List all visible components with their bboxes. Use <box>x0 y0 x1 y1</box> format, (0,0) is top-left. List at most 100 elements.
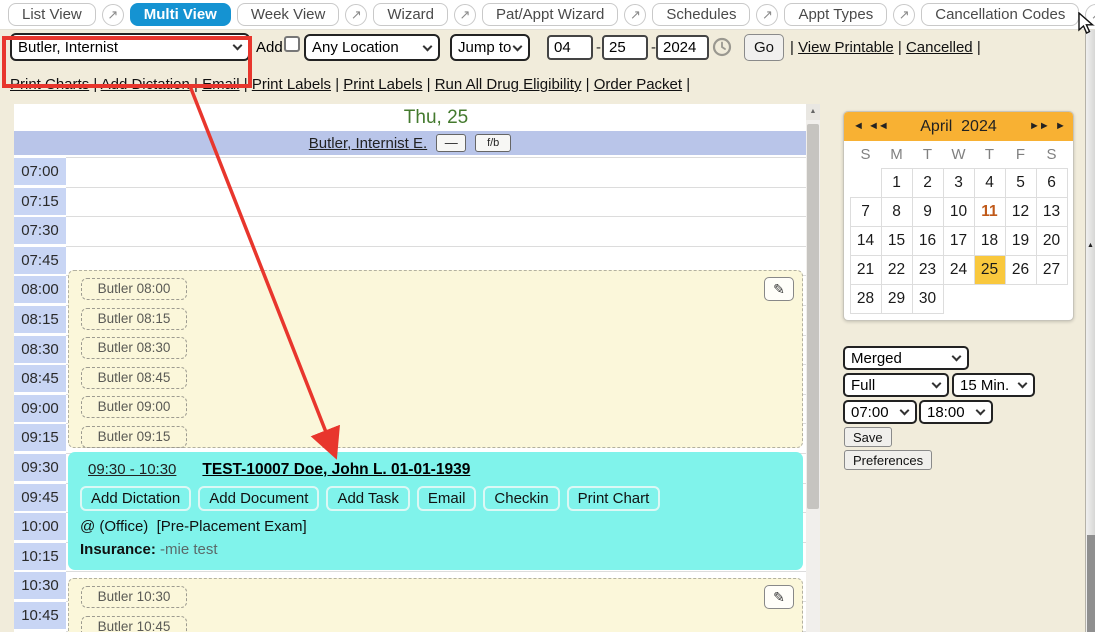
open-new-window-icon[interactable]: ↗ <box>345 4 367 26</box>
open-slot-button[interactable]: Butler 08:15 <box>81 308 187 330</box>
size-select[interactable]: Full <box>843 373 949 397</box>
patient-link[interactable]: TEST-10007 Doe, John L. 01-01-1939 <box>202 461 470 479</box>
open-slot-button[interactable]: Butler 08:45 <box>81 367 187 389</box>
view-mode-select[interactable]: Merged <box>843 346 969 370</box>
jump-to-select[interactable]: Jump to <box>450 34 530 61</box>
start-time-select[interactable]: 07:00 <box>843 400 917 424</box>
calendar-day[interactable]: 4 <box>974 169 1005 198</box>
calendar-day[interactable]: 8 <box>881 198 912 227</box>
add-document-button[interactable]: Add Document <box>198 486 319 511</box>
open-slot-button[interactable]: Butler 08:00 <box>81 278 187 300</box>
calendar-day[interactable]: 5 <box>1005 169 1036 198</box>
page-scrollbar[interactable]: ▲ <box>1085 30 1095 632</box>
preferences-button[interactable]: Preferences <box>844 450 932 470</box>
cal-nav-forward-icon[interactable]: ► <box>1055 112 1065 141</box>
add-checkbox[interactable] <box>284 36 300 52</box>
open-slot-button[interactable]: Butler 10:30 <box>81 586 187 608</box>
action-link-print-charts-0[interactable]: Print Charts <box>10 76 89 93</box>
interval-select[interactable]: 15 Min. <box>952 373 1035 397</box>
date-year-input[interactable] <box>656 35 709 60</box>
schedule-scrollbar[interactable]: ▲ <box>806 104 820 632</box>
cal-nav-back-fast-icon[interactable]: ◄◄ <box>868 112 888 141</box>
location-select[interactable]: Any Location <box>304 34 440 61</box>
calendar-day[interactable]: 16 <box>912 227 943 256</box>
calendar-day[interactable]: 20 <box>1036 227 1067 256</box>
provider-link[interactable]: Butler, Internist E. <box>309 135 427 152</box>
provider-select[interactable]: Butler, Internist <box>10 33 250 61</box>
calendar-day[interactable]: 10 <box>943 198 974 227</box>
open-new-window-icon[interactable]: ↗ <box>102 4 124 26</box>
calendar-day[interactable]: 17 <box>943 227 974 256</box>
end-time-select[interactable]: 18:00 <box>919 400 993 424</box>
tab-cancellation-codes[interactable]: Cancellation Codes <box>921 3 1079 26</box>
toolbar-link-view-printable[interactable]: View Printable <box>798 39 894 56</box>
toolbar-link-cancelled[interactable]: Cancelled <box>906 39 973 56</box>
appointment-time-link[interactable]: 09:30 - 10:30 <box>88 461 176 478</box>
scrollbar-thumb[interactable] <box>807 124 819 509</box>
calendar-day[interactable]: 24 <box>943 256 974 285</box>
action-link-add-dictation-1[interactable]: Add Dictation <box>101 76 190 93</box>
calendar-day[interactable]: 25 <box>974 256 1005 285</box>
email-button[interactable]: Email <box>417 486 477 511</box>
date-day-input[interactable] <box>602 35 648 60</box>
action-link-print-labels-3[interactable]: Print Labels <box>252 76 331 93</box>
calendar-day[interactable]: 21 <box>850 256 881 285</box>
calendar-day[interactable]: 30 <box>912 285 943 314</box>
calendar-day[interactable]: 3 <box>943 169 974 198</box>
open-slot-button[interactable]: Butler 09:15 <box>81 426 187 448</box>
save-button[interactable]: Save <box>844 427 892 447</box>
add-dictation-button[interactable]: Add Dictation <box>80 486 191 511</box>
cal-nav-forward-fast-icon[interactable]: ►► <box>1029 112 1049 141</box>
calendar-day[interactable]: 6 <box>1036 169 1067 198</box>
front-back-button[interactable]: f/b <box>475 134 511 152</box>
edit-slots-button[interactable]: ✎ <box>764 585 794 609</box>
calendar-day[interactable]: 28 <box>850 285 881 314</box>
calendar-day[interactable]: 7 <box>850 198 881 227</box>
calendar-day[interactable]: 29 <box>881 285 912 314</box>
action-link-order-packet-6[interactable]: Order Packet <box>594 76 682 93</box>
scroll-up-icon[interactable]: ▲ <box>806 104 820 120</box>
open-slot-button[interactable]: Butler 10:45 <box>81 616 187 632</box>
tab-wizard[interactable]: Wizard <box>373 3 448 26</box>
tab-week-view[interactable]: Week View <box>237 3 339 26</box>
tab-list-view[interactable]: List View <box>8 3 96 26</box>
action-link-print-labels-4[interactable]: Print Labels <box>343 76 422 93</box>
calendar-day[interactable]: 27 <box>1036 256 1067 285</box>
calendar-day[interactable]: 9 <box>912 198 943 227</box>
go-button[interactable]: Go <box>744 34 784 61</box>
edit-slots-button[interactable]: ✎ <box>764 277 794 301</box>
tab-appt-types[interactable]: Appt Types <box>784 3 887 26</box>
checkin-button[interactable]: Checkin <box>483 486 559 511</box>
print-chart-button[interactable]: Print Chart <box>567 486 661 511</box>
calendar-day[interactable]: 1 <box>881 169 912 198</box>
calendar-day[interactable]: 13 <box>1036 198 1067 227</box>
clock-icon[interactable] <box>712 37 732 62</box>
open-new-window-icon[interactable]: ↗ <box>624 4 646 26</box>
scrollbar-thumb[interactable] <box>1087 535 1095 632</box>
tab-schedules[interactable]: Schedules <box>652 3 750 26</box>
calendar-day[interactable]: 23 <box>912 256 943 285</box>
collapse-column-button[interactable]: — <box>436 134 466 152</box>
tab-multi-view[interactable]: Multi View <box>130 3 231 26</box>
calendar-day[interactable]: 22 <box>881 256 912 285</box>
tab-pat-appt-wizard[interactable]: Pat/Appt Wizard <box>482 3 618 26</box>
open-new-window-icon[interactable]: ↗ <box>893 4 915 26</box>
open-new-window-icon[interactable]: ↗ <box>1085 4 1095 26</box>
calendar-day[interactable]: 14 <box>850 227 881 256</box>
open-slot-button[interactable]: Butler 08:30 <box>81 337 187 359</box>
calendar-day[interactable]: 18 <box>974 227 1005 256</box>
calendar-day[interactable]: 26 <box>1005 256 1036 285</box>
date-month-input[interactable] <box>547 35 593 60</box>
calendar-day[interactable]: 12 <box>1005 198 1036 227</box>
appointment-card[interactable]: 09:30 - 10:30 TEST-10007 Doe, John L. 01… <box>68 452 803 570</box>
open-new-window-icon[interactable]: ↗ <box>454 4 476 26</box>
calendar-day[interactable]: 15 <box>881 227 912 256</box>
calendar-day[interactable]: 19 <box>1005 227 1036 256</box>
action-link-run-all-drug-eligibility-5[interactable]: Run All Drug Eligibility <box>435 76 582 93</box>
scroll-up-icon[interactable]: ▲ <box>1086 242 1095 249</box>
cal-nav-back-icon[interactable]: ◄ <box>853 112 863 141</box>
calendar-day[interactable]: 11 <box>974 198 1005 227</box>
open-new-window-icon[interactable]: ↗ <box>756 4 778 26</box>
open-slot-button[interactable]: Butler 09:00 <box>81 396 187 418</box>
action-link-email-2[interactable]: Email <box>202 76 240 93</box>
